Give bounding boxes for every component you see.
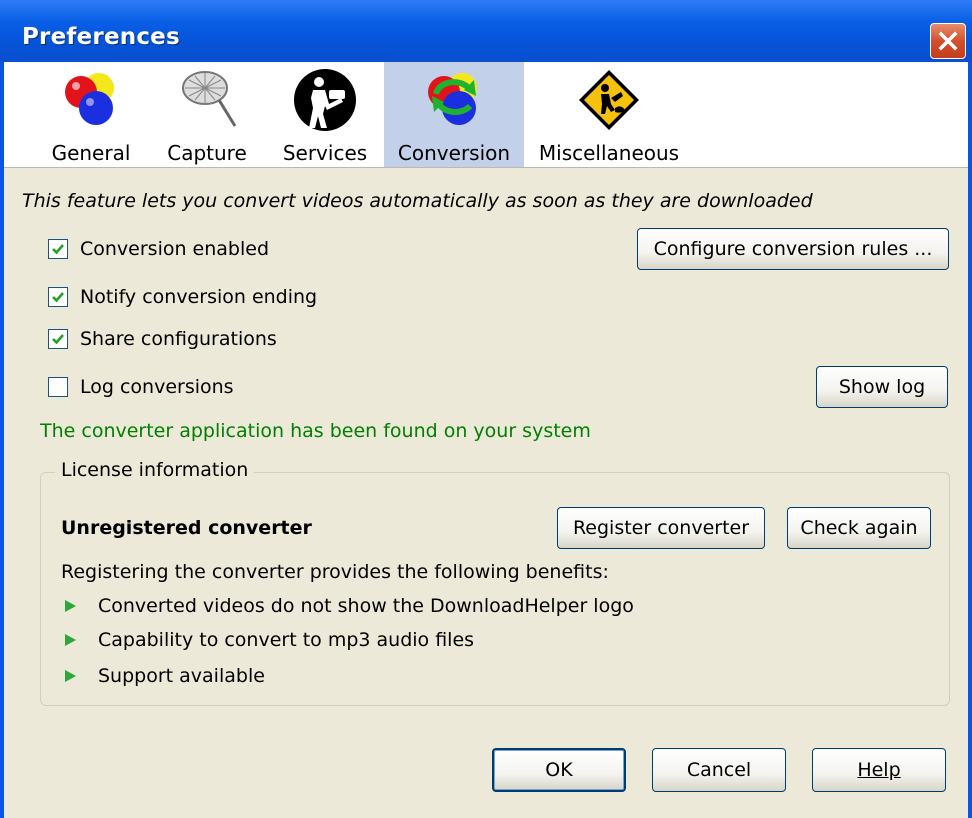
conversion-enabled-option[interactable]: Conversion enabled — [48, 236, 269, 262]
close-icon — [938, 31, 958, 51]
license-information-legend: License information — [55, 459, 255, 481]
tab-services-label: Services — [282, 141, 368, 165]
preferences-window: Preferences General Capture Services Con… — [0, 0, 972, 818]
bullet-arrow-icon — [65, 600, 76, 612]
checkmark-icon — [52, 292, 64, 303]
tab-capture[interactable]: Capture — [154, 62, 260, 167]
log-conversions-label: Log conversions — [80, 376, 234, 398]
notify-conversion-ending-checkbox[interactable] — [48, 287, 68, 307]
checkmark-icon — [52, 244, 64, 255]
help-button[interactable]: Help — [812, 748, 946, 792]
tab-miscellaneous[interactable]: Miscellaneous — [534, 62, 684, 167]
check-again-button[interactable]: Check again — [787, 507, 931, 549]
close-button[interactable] — [930, 23, 966, 59]
bullet-arrow-icon — [65, 634, 76, 646]
conversion-intro-text: This feature lets you convert videos aut… — [22, 190, 813, 212]
benefit-item: Converted videos do not show the Downloa… — [65, 595, 634, 617]
bullet-arrow-icon — [65, 670, 76, 682]
checkmark-icon — [52, 334, 64, 345]
dialog-body: General Capture Services Conversion Misc… — [4, 62, 968, 818]
benefit-text: Support available — [98, 665, 265, 687]
log-conversions-checkbox[interactable] — [48, 377, 68, 397]
general-icon — [65, 73, 114, 125]
log-conversions-option[interactable]: Log conversions — [48, 374, 234, 400]
benefit-text: Capability to convert to mp3 audio files — [98, 629, 475, 651]
tab-conversion-label: Conversion — [397, 141, 511, 165]
tab-miscellaneous-label: Miscellaneous — [538, 141, 680, 165]
share-configurations-option[interactable]: Share configurations — [48, 326, 277, 352]
conversion-icon — [428, 73, 477, 125]
share-configurations-checkbox[interactable] — [48, 329, 68, 349]
license-information-group: License information Unregistered convert… — [40, 459, 950, 706]
notify-conversion-ending-label: Notify conversion ending — [80, 286, 318, 308]
miscellaneous-icon — [579, 70, 639, 130]
share-configurations-label: Share configurations — [80, 328, 277, 350]
capture-net-icon — [182, 71, 237, 127]
tab-general-label: General — [51, 141, 131, 165]
benefits-intro-text: Registering the converter provides the f… — [61, 561, 609, 583]
title-bar[interactable]: Preferences — [0, 0, 972, 62]
benefit-text: Converted videos do not show the Downloa… — [98, 595, 634, 617]
tab-general[interactable]: General — [38, 62, 144, 167]
benefit-item: Support available — [65, 665, 265, 687]
services-icon — [294, 69, 356, 131]
conversion-enabled-checkbox[interactable] — [48, 239, 68, 259]
notify-conversion-ending-option[interactable]: Notify conversion ending — [48, 284, 317, 310]
tab-conversion[interactable]: Conversion — [384, 62, 524, 167]
register-converter-button[interactable]: Register converter — [557, 507, 765, 549]
preference-tabs: General Capture Services Conversion Misc… — [4, 62, 968, 168]
ok-button[interactable]: OK — [492, 748, 626, 792]
tab-capture-label: Capture — [167, 141, 247, 165]
converter-status-text: The converter application has been found… — [40, 420, 591, 442]
license-status: Unregistered converter — [61, 517, 312, 539]
conversion-enabled-label: Conversion enabled — [80, 238, 270, 260]
benefit-item: Capability to convert to mp3 audio files — [65, 629, 474, 651]
show-log-button[interactable]: Show log — [816, 366, 948, 408]
configure-conversion-rules-button[interactable]: Configure conversion rules ... — [637, 228, 949, 270]
window-title: Preferences — [22, 24, 180, 50]
cancel-button[interactable]: Cancel — [652, 748, 786, 792]
tab-services[interactable]: Services — [270, 62, 380, 167]
